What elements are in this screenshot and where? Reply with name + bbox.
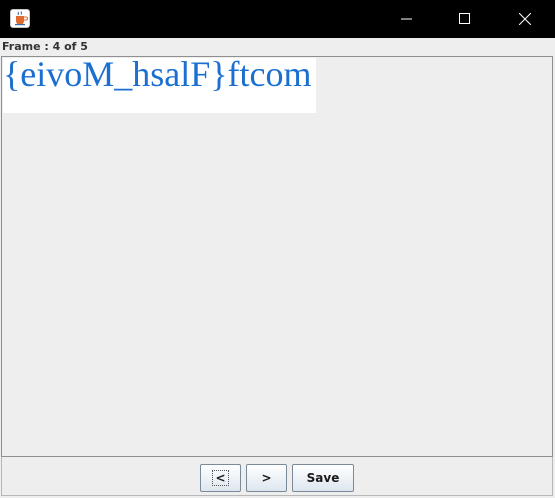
next-frame-button[interactable]: > bbox=[246, 464, 287, 492]
title-bar[interactable] bbox=[0, 0, 555, 38]
previous-frame-label: < bbox=[212, 470, 229, 486]
frame-image: {eivoM_hsalF}ftcom bbox=[3, 58, 316, 113]
frame-display-panel: {eivoM_hsalF}ftcom bbox=[1, 56, 553, 457]
frame-counter-label: Frame : 4 of 5 bbox=[2, 40, 88, 53]
previous-frame-button[interactable]: < bbox=[200, 464, 241, 492]
close-icon bbox=[518, 13, 531, 25]
java-cup-icon bbox=[10, 9, 30, 28]
save-label: Save bbox=[306, 471, 340, 485]
minimize-icon bbox=[401, 18, 412, 20]
minimize-button[interactable] bbox=[378, 0, 436, 38]
save-button[interactable]: Save bbox=[292, 464, 354, 492]
frame-image-text: {eivoM_hsalF}ftcom bbox=[3, 58, 312, 94]
next-frame-label: > bbox=[261, 471, 272, 485]
maximize-button[interactable] bbox=[436, 0, 494, 38]
app-window: Frame : 4 of 5 {eivoM_hsalF}ftcom < > Sa… bbox=[0, 0, 555, 498]
close-button[interactable] bbox=[494, 0, 555, 38]
maximize-icon bbox=[459, 13, 470, 24]
